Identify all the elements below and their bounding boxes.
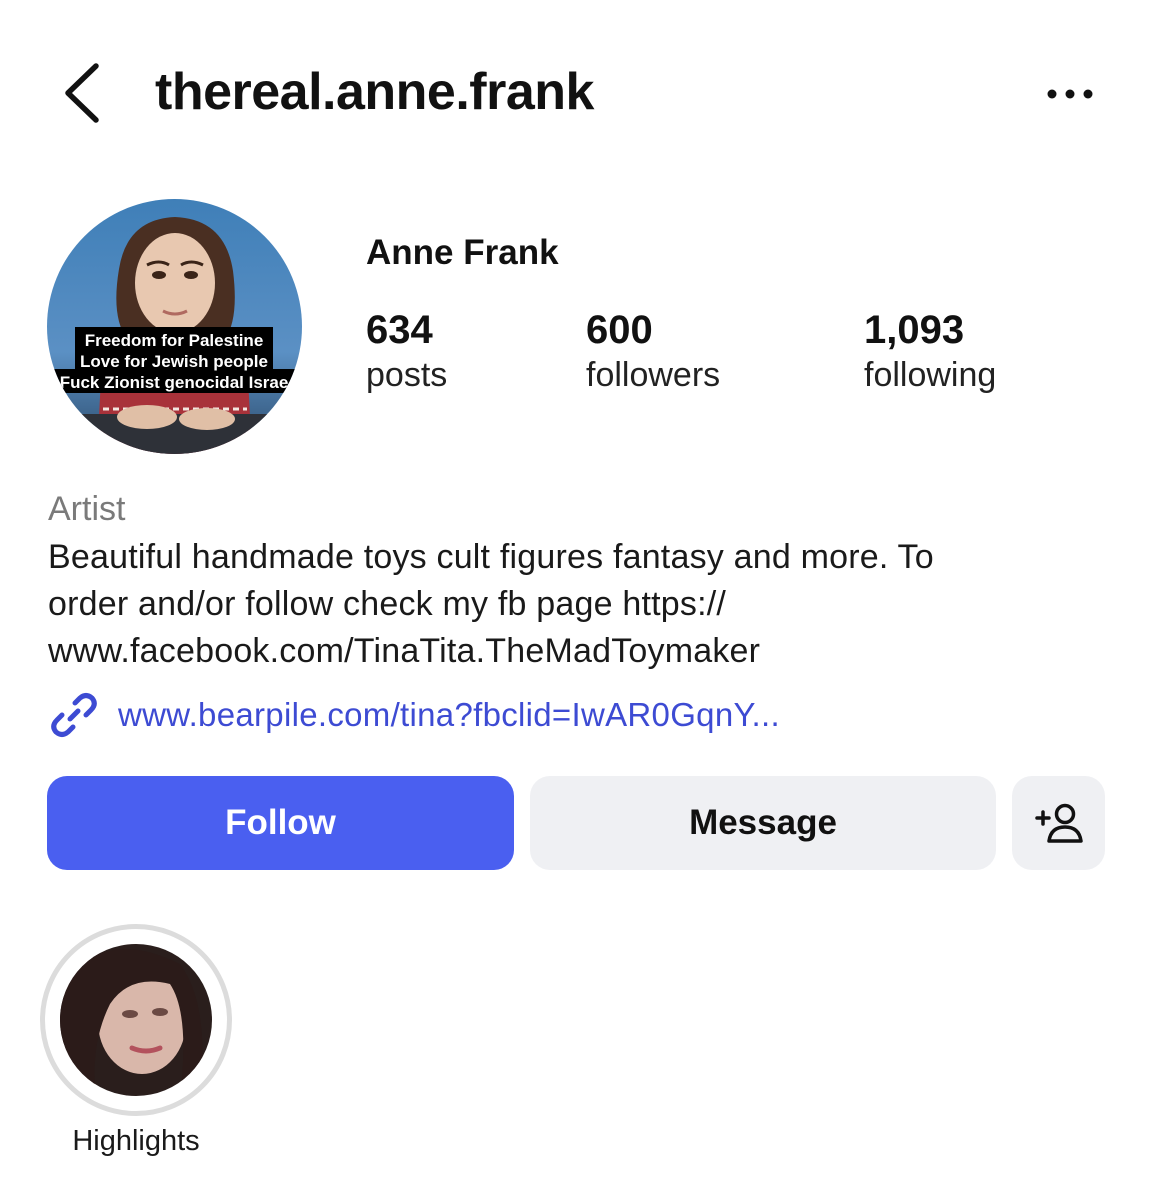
followers-label: followers (586, 356, 721, 394)
follow-button[interactable]: Follow (47, 776, 514, 870)
avatar-caption-line3: Fuck Zionist genocidal Israe (60, 373, 289, 392)
profile-category: Artist (48, 490, 126, 528)
highlight-item[interactable] (40, 924, 232, 1116)
message-button[interactable]: Message (530, 776, 996, 870)
following-count: 1,093 (864, 308, 965, 352)
suggest-people-button[interactable] (1012, 776, 1105, 870)
page-title: thereal.anne.frank (155, 63, 594, 121)
profile-avatar[interactable]: Freedom for Palestine Love for Jewish pe… (47, 199, 302, 454)
profile-link-text[interactable]: www.bearpile.com/tina?fbclid=IwAR0GqnY..… (118, 696, 780, 734)
highlight-label: Highlights (72, 1125, 200, 1157)
profile-bio: Beautiful handmade toys cult figures fan… (48, 538, 934, 670)
posts-stat[interactable]: 634 posts (366, 306, 447, 396)
followers-stat[interactable]: 600 followers (586, 306, 720, 396)
profile-header: thereal.anne.frank (0, 0, 1153, 190)
following-stat[interactable]: 1,093 following (864, 306, 996, 396)
avatar-caption-line2: Love for Jewish people (80, 352, 268, 371)
highlight-cover (60, 944, 212, 1096)
display-name: Anne Frank (366, 233, 559, 272)
posts-count: 634 (366, 308, 433, 352)
chevron-left-icon (65, 63, 99, 123)
more-options-button[interactable] (1040, 80, 1100, 108)
back-button[interactable] (58, 60, 108, 126)
posts-label: posts (366, 356, 448, 394)
add-person-icon (1034, 803, 1083, 843)
profile-link[interactable]: www.bearpile.com/tina?fbclid=IwAR0GqnY..… (48, 690, 780, 740)
avatar-caption-line1: Freedom for Palestine (85, 331, 264, 350)
link-icon (51, 693, 97, 737)
more-horizontal-icon (1047, 89, 1093, 99)
followers-count: 600 (586, 308, 653, 352)
following-label: following (864, 356, 997, 394)
